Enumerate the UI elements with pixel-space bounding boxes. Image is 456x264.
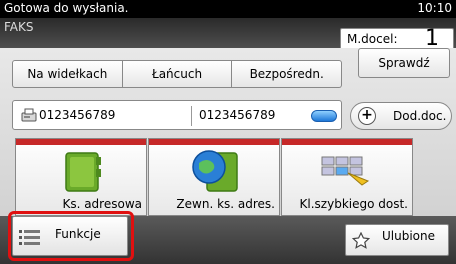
book-stripe (282, 139, 412, 145)
star-icon (352, 232, 370, 249)
one-touch-key-label: Kl.szybkiego dost. (299, 197, 408, 211)
external-address-book-label: Zewn. ks. adres. (176, 197, 275, 211)
external-address-book-button[interactable]: Zewn. ks. adres. (148, 138, 280, 216)
page-title: FAKS (4, 20, 34, 34)
one-touch-key-button[interactable]: Kl.szybkiego dost. (281, 138, 413, 216)
add-destination-button[interactable]: + Dod.doc. (350, 102, 452, 130)
address-book-label: Ks. adresowa (62, 197, 142, 211)
status-message: Gotowa do wysłania. (4, 1, 129, 15)
clock: 10:10 (417, 1, 452, 15)
destination-count: M.docel: 1 (340, 26, 454, 51)
book-stripe (16, 139, 146, 145)
fax-screen: Gotowa do wysłania. 10:10 FAKS M.docel: … (0, 0, 456, 264)
address-book-icon (65, 152, 101, 192)
dial-mode-tabs: Na widełkach Łańcuch Bezpośredn. (12, 60, 343, 88)
tab-on-hook[interactable]: Na widełkach (12, 60, 123, 88)
tab-direct[interactable]: Bezpośredn. (232, 60, 343, 88)
external-address-book-icon (192, 150, 238, 192)
tab-chain[interactable]: Łańcuch (122, 60, 233, 88)
favorites-button[interactable]: Ulubione (345, 224, 449, 256)
book-stripe (149, 139, 279, 145)
destination-count-label: M.docel: (347, 32, 398, 46)
destination-second: 0123456789 (199, 108, 276, 122)
destination-first: 0123456789 (39, 108, 116, 122)
functions-label: Funkcje (55, 227, 101, 241)
destination-divider (191, 106, 192, 126)
add-destination-label: Dod.doc. (393, 109, 447, 123)
list-icon (19, 230, 40, 245)
more-destinations-button[interactable] (311, 110, 337, 122)
status-bar: Gotowa do wysłania. 10:10 (0, 0, 456, 18)
one-touch-key-icon (321, 156, 370, 186)
check-button[interactable]: Sprawdź (358, 48, 450, 78)
favorites-label: Ulubione (382, 229, 436, 243)
fax-machine-icon (21, 108, 37, 122)
address-book-button[interactable]: Ks. adresowa (15, 138, 147, 216)
plus-icon: + (358, 107, 376, 125)
destination-list[interactable]: 0123456789 0123456789 (12, 100, 342, 130)
functions-button[interactable]: Funkcje (12, 216, 128, 256)
